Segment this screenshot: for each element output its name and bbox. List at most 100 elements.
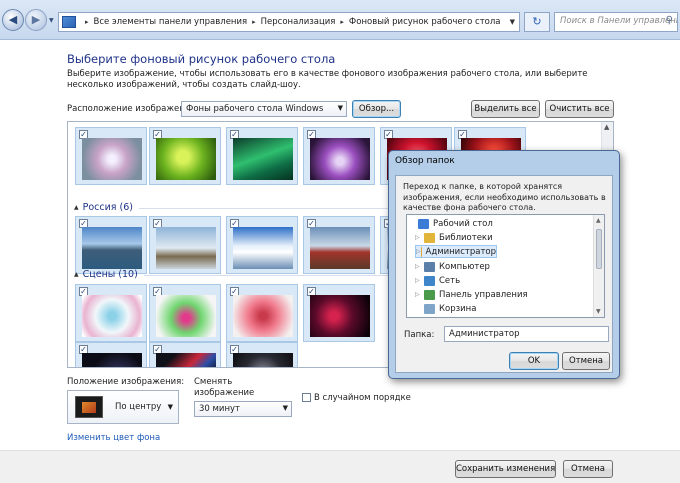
- scroll-up-icon[interactable]: ▲: [596, 217, 601, 224]
- wallpaper-thumbnail[interactable]: ✓: [226, 127, 298, 185]
- folder-tree[interactable]: Рабочий стол ▷ Библиотеки ▷ Администрато…: [406, 214, 605, 318]
- group-header-russia[interactable]: ▲ Россия (6): [74, 202, 559, 213]
- browse-folder-dialog: Обзор папок Переход к папке, в которой х…: [388, 150, 620, 379]
- wallpaper-thumbnail[interactable]: ✓: [75, 284, 147, 342]
- control-panel-icon: [424, 289, 435, 300]
- tree-item-recycle-bin[interactable]: Корзина: [415, 302, 597, 315]
- expand-arrow-icon[interactable]: ▷: [416, 248, 421, 255]
- tree-item-desktop[interactable]: Рабочий стол: [409, 217, 591, 230]
- chevron-down-icon: ▼: [167, 403, 173, 411]
- tree-item-label: Корзина: [439, 303, 477, 314]
- position-label: Положение изображения:: [67, 377, 185, 387]
- wallpaper-thumbnail[interactable]: ✓: [75, 342, 147, 367]
- select-all-button[interactable]: Выделить все: [471, 100, 540, 118]
- chevron-down-icon[interactable]: ▼: [506, 18, 519, 26]
- wallpaper-image: [82, 353, 142, 367]
- wallpaper-thumbnail[interactable]: ✓: [226, 216, 298, 274]
- tree-item-network[interactable]: ▷ Сеть: [415, 274, 597, 287]
- wallpaper-thumbnail[interactable]: ✓: [75, 127, 147, 185]
- position-select[interactable]: По центру ▼: [67, 390, 179, 424]
- wallpaper-thumbnail[interactable]: ✓: [149, 342, 221, 367]
- dialog-cancel-button[interactable]: Отмена: [562, 352, 610, 370]
- tree-item-label: Администратор: [425, 246, 497, 257]
- wallpaper-image: [310, 227, 370, 269]
- forward-button[interactable]: ▶: [25, 9, 47, 31]
- interval-value: 30 минут: [199, 404, 240, 414]
- computer-icon: [424, 261, 435, 272]
- folder-input[interactable]: Администратор: [444, 326, 609, 342]
- dialog-body: Переход к папке, в которой хранятся изоб…: [395, 175, 613, 373]
- libraries-icon: [424, 232, 435, 243]
- shuffle-checkbox[interactable]: [302, 393, 311, 402]
- desktop-icon: [418, 218, 429, 229]
- tree-item-administrator[interactable]: ▷ Администратор: [415, 245, 497, 258]
- chevron-right-icon: ▸: [340, 18, 344, 26]
- wallpaper-thumbnail[interactable]: ✓: [149, 216, 221, 274]
- expand-arrow-icon[interactable]: ▷: [415, 291, 424, 298]
- tree-item-3dsmax[interactable]: ▷ 3dsmax: [415, 316, 597, 319]
- wallpaper-thumbnail[interactable]: ✓: [303, 127, 375, 185]
- chevron-down-icon: ▼: [337, 104, 343, 112]
- browse-button[interactable]: Обзор...: [352, 100, 401, 118]
- interval-select[interactable]: 30 минут ▼: [194, 401, 292, 417]
- breadcrumb-item-desktop-background[interactable]: Фоновый рисунок рабочего стола: [349, 17, 501, 27]
- wallpaper-image: [156, 227, 216, 269]
- clear-all-button[interactable]: Очистить все: [545, 100, 614, 118]
- wallpaper-image: [156, 295, 216, 337]
- wallpaper-image: [156, 138, 216, 180]
- tree-scrollbar[interactable]: ▲ ▼: [593, 215, 604, 317]
- wallpaper-thumbnail[interactable]: ✓: [149, 284, 221, 342]
- ok-button[interactable]: OK: [509, 352, 559, 370]
- breadcrumb[interactable]: ▸ Все элементы панели управления ▸ Персо…: [58, 12, 520, 32]
- group-label: Сцены (10): [82, 269, 138, 280]
- chevron-right-icon: ▸: [252, 18, 256, 26]
- tree-item-label: Рабочий стол: [433, 218, 493, 229]
- expand-arrow-icon[interactable]: ▷: [415, 277, 424, 284]
- expand-arrow-icon[interactable]: ▷: [415, 263, 424, 270]
- breadcrumb-item-all-control-panel[interactable]: Все элементы панели управления: [94, 17, 248, 27]
- back-button[interactable]: ◀: [2, 9, 24, 31]
- save-changes-button[interactable]: Сохранить изменения: [455, 460, 556, 478]
- shuffle-label: В случайном порядке: [314, 393, 411, 403]
- collapse-triangle-icon[interactable]: ▲: [74, 271, 79, 278]
- recycle-bin-icon: [424, 303, 435, 314]
- refresh-button[interactable]: ↻: [524, 12, 550, 32]
- wallpaper-thumbnail[interactable]: ✓: [226, 342, 298, 367]
- page-title: Выберите фоновый рисунок рабочего стола: [67, 52, 336, 66]
- folder-label: Папка:: [404, 330, 435, 340]
- location-select[interactable]: Фоны рабочего стола Windows ▼: [181, 101, 347, 117]
- folder-icon: [424, 318, 435, 319]
- tree-item-control-panel[interactable]: ▷ Панель управления: [415, 288, 597, 301]
- tree-item-libraries[interactable]: ▷ Библиотеки: [415, 231, 597, 244]
- wallpaper-image: [233, 295, 293, 337]
- scroll-down-icon[interactable]: ▼: [596, 308, 601, 315]
- collapse-triangle-icon[interactable]: ▲: [74, 204, 79, 211]
- group-header-scenes[interactable]: ▲ Сцены (10): [74, 269, 564, 280]
- cancel-button[interactable]: Отмена: [563, 460, 613, 478]
- history-dropdown-icon[interactable]: ▼: [49, 17, 54, 24]
- wallpaper-thumbnail[interactable]: ✓: [226, 284, 298, 342]
- page-description: Выберите изображение, чтобы использовать…: [67, 69, 588, 90]
- breadcrumb-item-personalization[interactable]: Персонализация: [261, 17, 336, 27]
- scroll-thumb[interactable]: [596, 229, 602, 269]
- wallpaper-thumbnail[interactable]: ✓: [303, 216, 375, 274]
- address-bar: ◀ ▶ ▼ ▸ Все элементы панели управления ▸…: [0, 0, 680, 40]
- wallpaper-image: [310, 295, 370, 337]
- tree-item-computer[interactable]: ▷ Компьютер: [415, 260, 597, 273]
- position-preview: [75, 396, 103, 418]
- wallpaper-thumbnail[interactable]: ✓: [303, 284, 375, 342]
- search-input[interactable]: Поиск в Панели управления ⚲: [554, 12, 678, 32]
- expand-arrow-icon[interactable]: ▷: [415, 234, 424, 241]
- change-background-color-link[interactable]: Изменить цвет фона: [67, 433, 160, 443]
- search-icon[interactable]: ⚲: [666, 15, 673, 26]
- tree-item-label: Компьютер: [439, 261, 490, 272]
- search-placeholder: Поиск в Панели управления: [560, 16, 678, 26]
- refresh-icon: ↻: [532, 15, 542, 28]
- scroll-up-icon[interactable]: ▲: [604, 123, 609, 131]
- wallpaper-thumbnail[interactable]: ✓: [149, 127, 221, 185]
- wallpaper-thumbnail[interactable]: ✓: [75, 216, 147, 274]
- chevron-down-icon: ▼: [282, 404, 288, 412]
- wallpaper-image: [310, 138, 370, 180]
- wallpaper-image: [233, 138, 293, 180]
- dialog-description: Переход к папке, в которой хранятся изоб…: [403, 182, 606, 212]
